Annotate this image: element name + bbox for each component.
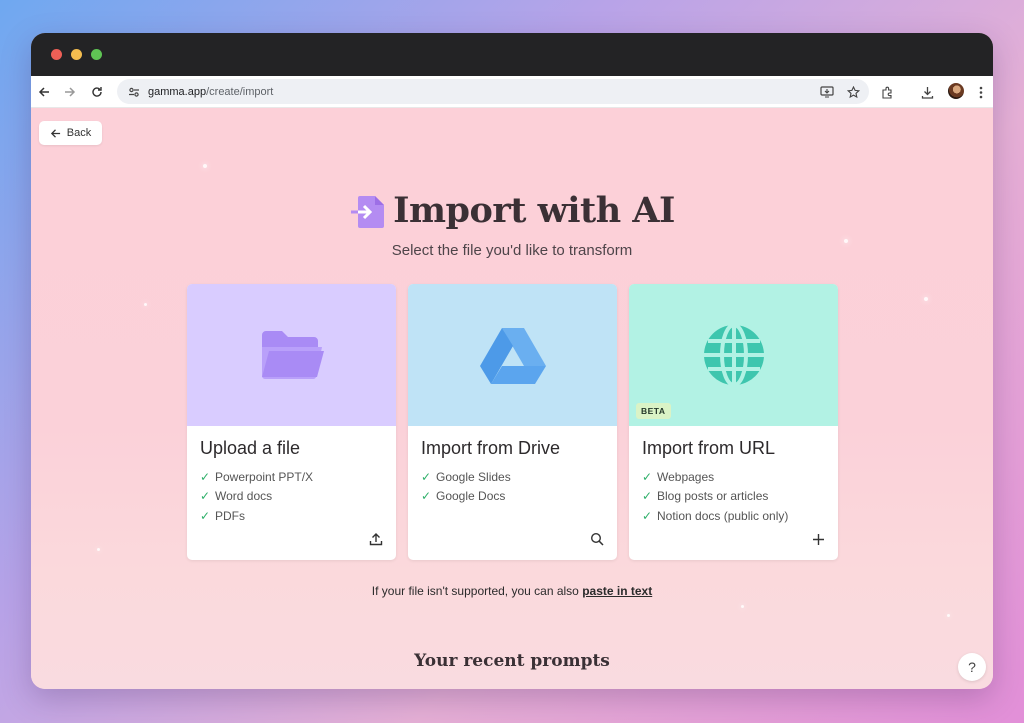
browser-window: gamma.app/create/import Back Import with… — [31, 33, 993, 689]
feature-label: Notion docs (public only) — [657, 508, 789, 523]
upload-icon[interactable] — [367, 530, 385, 548]
card-illustration — [408, 284, 617, 426]
file-import-icon — [351, 195, 385, 228]
beta-badge: BETA — [636, 403, 671, 419]
profile-avatar[interactable] — [948, 83, 964, 99]
plus-icon[interactable] — [809, 530, 827, 548]
note-text: If your file isn't supported, you can al… — [371, 584, 583, 598]
check-icon: ✓ — [642, 469, 653, 484]
minimize-window-button[interactable] — [71, 49, 82, 60]
forward-arrow-icon[interactable] — [60, 82, 80, 102]
sparkle-decoration — [741, 605, 744, 608]
feature-label: PDFs — [215, 508, 245, 523]
url-text: gamma.app/create/import — [148, 86, 273, 98]
address-bar[interactable]: gamma.app/create/import — [117, 79, 869, 104]
feature-label: Google Slides — [436, 469, 511, 484]
install-app-icon[interactable] — [817, 82, 837, 102]
sparkle-decoration — [144, 303, 147, 306]
card-illustration: BETA — [629, 284, 838, 426]
check-icon: ✓ — [200, 489, 211, 504]
feature-item: ✓ Notion docs (public only) — [642, 506, 825, 526]
card-title: Import from URL — [642, 438, 776, 458]
feature-item: ✓ Powerpoint PPT/X — [200, 467, 383, 487]
arrow-left-icon — [50, 128, 60, 138]
bookmark-star-icon[interactable] — [843, 82, 863, 102]
page-header: Import with AI — [31, 190, 993, 231]
folder-icon — [261, 331, 324, 380]
reload-icon[interactable] — [87, 82, 107, 102]
feature-item: ✓ Blog posts or articles — [642, 487, 825, 507]
page-subtitle: Select the file you'd like to transform — [391, 242, 633, 259]
back-button[interactable]: Back — [39, 121, 102, 145]
feature-item: ✓ Google Docs — [421, 487, 604, 507]
card-body: Import from Drive ✓ Google Slides ✓ Google… — [408, 426, 617, 560]
maximize-window-button[interactable] — [91, 49, 102, 60]
check-icon: ✓ — [421, 489, 432, 504]
feature-item: ✓ PDFs — [200, 506, 383, 526]
window-titlebar — [31, 33, 993, 76]
page-title: Import with AI — [393, 190, 675, 231]
feature-label: Webpages — [657, 469, 715, 484]
feature-label: Word docs — [215, 489, 273, 504]
more-menu-icon[interactable] — [971, 82, 991, 102]
import-drive-card[interactable]: Import from Drive ✓ Google Slides ✓ Google… — [408, 284, 617, 560]
check-icon: ✓ — [421, 469, 432, 484]
back-arrow-icon[interactable] — [34, 82, 54, 102]
check-icon: ✓ — [200, 469, 211, 484]
url-host: gamma.app — [148, 85, 207, 98]
check-icon: ✓ — [642, 508, 653, 523]
sparkle-decoration — [203, 164, 207, 168]
back-button-label: Back — [66, 127, 92, 139]
feature-label: Powerpoint PPT/X — [215, 469, 314, 484]
help-button[interactable]: ? — [958, 653, 986, 681]
sparkle-decoration — [924, 297, 928, 301]
page-content: Back Import with AI Select the file you'… — [31, 108, 993, 689]
sparkle-decoration — [947, 614, 950, 617]
site-settings-icon[interactable] — [123, 82, 145, 102]
browser-toolbar: gamma.app/create/import — [31, 76, 993, 108]
globe-icon — [703, 323, 764, 387]
card-body: Import from URL ✓ Webpages ✓ Blog posts or… — [629, 426, 838, 560]
paste-text-link[interactable]: paste in text — [582, 584, 652, 598]
card-illustration — [187, 284, 396, 426]
search-icon[interactable] — [588, 530, 606, 548]
feature-item: ✓ Google Slides — [421, 467, 604, 487]
recent-prompts-heading: Your recent prompts — [414, 651, 610, 671]
feature-item: ✓ Word docs — [200, 487, 383, 507]
url-path: /create/import — [206, 85, 274, 98]
help-label: ? — [968, 659, 976, 675]
check-icon: ✓ — [200, 508, 211, 523]
feature-label: Google Docs — [436, 489, 506, 504]
card-body: Upload a file ✓ Powerpoint PPT/X ✓ Word do… — [187, 426, 396, 560]
sparkle-decoration — [97, 548, 100, 551]
close-window-button[interactable] — [51, 49, 62, 60]
feature-label: Blog posts or articles — [657, 489, 769, 504]
import-url-card[interactable]: BETA Import from URL ✓ Webpages ✓ Blog pos… — [629, 284, 838, 560]
feature-item: ✓ Webpages — [642, 467, 825, 487]
unsupported-file-note: If your file isn't supported, you can al… — [31, 584, 993, 598]
extensions-icon[interactable] — [877, 82, 897, 102]
upload-file-card[interactable]: Upload a file ✓ Powerpoint PPT/X ✓ Word do… — [187, 284, 396, 560]
google-drive-icon — [479, 328, 546, 384]
card-title: Import from Drive — [421, 438, 561, 458]
check-icon: ✓ — [642, 489, 653, 504]
download-icon[interactable] — [917, 82, 937, 102]
card-title: Upload a file — [200, 438, 301, 458]
